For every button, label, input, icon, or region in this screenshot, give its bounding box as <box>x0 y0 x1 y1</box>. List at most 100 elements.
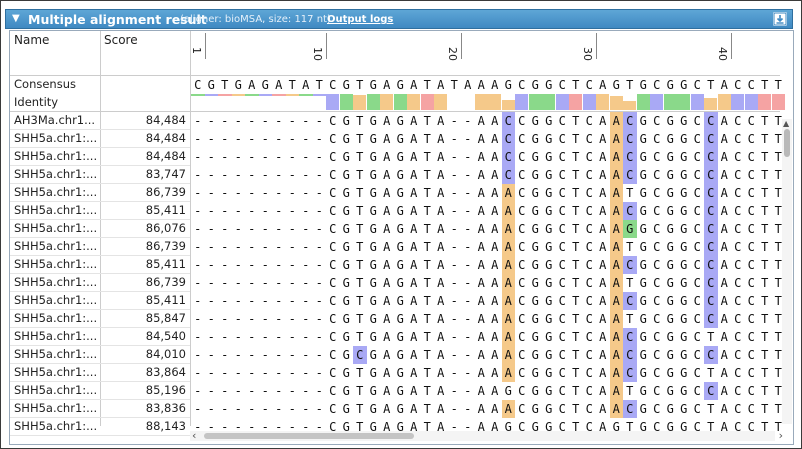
sequence-base: T <box>626 384 634 398</box>
sequence-base: A <box>410 294 418 308</box>
row-divider <box>10 399 190 400</box>
sequence-name[interactable]: AH3Ma.chr1... <box>14 113 102 127</box>
sequence-base: T <box>572 420 580 434</box>
sequence-base: A <box>501 184 515 202</box>
sequence-base: - <box>194 168 202 182</box>
sequence-base: G <box>680 204 688 218</box>
download-icon[interactable] <box>773 12 787 26</box>
name-column-header[interactable]: Name <box>14 33 49 47</box>
consensus-base: T <box>572 78 580 92</box>
sequence-name[interactable]: SHH5a.chr1:... <box>14 347 102 361</box>
sequence-base: A <box>477 168 485 182</box>
sequence-name[interactable]: SHH5a.chr1:... <box>14 311 102 325</box>
sequence-base: - <box>288 348 296 362</box>
sequence-base: - <box>315 240 323 254</box>
sequence-name[interactable]: SHH5a.chr1:... <box>14 149 102 163</box>
sequence-base: A <box>501 346 515 364</box>
row-divider <box>10 381 190 382</box>
sequence-base: - <box>248 240 256 254</box>
sequence-base: G <box>369 294 377 308</box>
sequence-name[interactable]: SHH5a.chr1:... <box>14 167 102 181</box>
sequence-base: G <box>396 348 404 362</box>
sequence-name[interactable]: SHH5a.chr1:... <box>14 293 102 307</box>
sequence-base: - <box>288 312 296 326</box>
score-column-header[interactable]: Score <box>104 33 138 47</box>
sequence-name[interactable]: SHH5a.chr1:... <box>14 221 102 235</box>
sequence-base: T <box>356 240 364 254</box>
sequence-base: C <box>693 258 701 272</box>
sequence-base: C <box>693 420 701 434</box>
sequence-base: - <box>464 114 472 128</box>
consensus-underline <box>191 94 205 96</box>
sequence-base: C <box>329 330 337 344</box>
sequence-base: - <box>315 294 323 308</box>
sequence-base: A <box>720 132 728 146</box>
sequence-base: G <box>639 348 647 362</box>
sequence-base: T <box>774 204 782 218</box>
sequence-base: - <box>261 294 269 308</box>
sequence-base: T <box>707 420 715 434</box>
sequence-name[interactable]: SHH5a.chr1:... <box>14 419 102 433</box>
sequence-base: C <box>653 312 661 326</box>
consensus-base: C <box>747 78 755 92</box>
sequence-base: C <box>501 166 515 184</box>
sequence-base: G <box>396 132 404 146</box>
sequence-base: G <box>369 222 377 236</box>
sequence-base: - <box>261 132 269 146</box>
sequence-base: G <box>666 258 674 272</box>
sequence-name[interactable]: SHH5a.chr1:... <box>14 401 102 415</box>
sequence-name[interactable]: SHH5a.chr1:... <box>14 275 102 289</box>
sequence-base: - <box>315 132 323 146</box>
sequence-base: - <box>275 150 283 164</box>
sequence-base: - <box>302 114 310 128</box>
sequence-base: A <box>491 150 499 164</box>
sequence-base: C <box>747 114 755 128</box>
sequence-base: C <box>353 346 367 364</box>
sequence-base: A <box>383 222 391 236</box>
output-logs-link[interactable]: Output logs <box>327 14 393 25</box>
sequence-name[interactable]: SHH5a.chr1:... <box>14 203 102 217</box>
sequence-name[interactable]: SHH5a.chr1:... <box>14 365 102 379</box>
title-bar[interactable]: ▼ Multiple alignment result (aligner: bi… <box>5 9 793 29</box>
sequence-base: C <box>704 238 718 256</box>
sequence-base: T <box>356 132 364 146</box>
sequence-base: C <box>734 366 742 380</box>
sequence-base: T <box>761 402 769 416</box>
sequence-base: C <box>518 384 526 398</box>
sequence-base: - <box>194 366 202 380</box>
sequence-base: - <box>207 366 215 380</box>
sequence-base: A <box>720 186 728 200</box>
sequence-name[interactable]: SHH5a.chr1:... <box>14 257 102 271</box>
sequence-name[interactable]: SHH5a.chr1:... <box>14 131 102 145</box>
identity-bar <box>636 94 650 110</box>
sequence-base: G <box>369 132 377 146</box>
sequence-base: G <box>666 276 674 290</box>
sequence-base: C <box>585 294 593 308</box>
sequence-base: - <box>221 330 229 344</box>
row-divider <box>10 255 190 256</box>
sequence-base: C <box>518 348 526 362</box>
sequence-base: C <box>623 166 637 184</box>
sequence-base: A <box>599 276 607 290</box>
sequence-name[interactable]: SHH5a.chr1:... <box>14 383 102 397</box>
sequence-base: A <box>720 276 728 290</box>
sequence-base: G <box>639 186 647 200</box>
sequence-base: G <box>666 240 674 254</box>
sequence-base: C <box>585 186 593 200</box>
sequence-base: G <box>396 222 404 236</box>
sequence-base: - <box>207 222 215 236</box>
sequence-base: G <box>666 150 674 164</box>
identity-bar <box>650 94 663 110</box>
sequence-base: A <box>383 402 391 416</box>
sequence-base: C <box>585 312 593 326</box>
sequence-base: - <box>261 258 269 272</box>
sequence-base: - <box>234 330 242 344</box>
sequence-name[interactable]: SHH5a.chr1:... <box>14 239 102 253</box>
sequence-score: 84,010 <box>145 347 186 361</box>
sequence-name[interactable]: SHH5a.chr1:... <box>14 329 102 343</box>
collapse-triangle-icon[interactable]: ▼ <box>12 13 20 24</box>
sequence-base: G <box>666 420 674 434</box>
sequence-name[interactable]: SHH5a.chr1:... <box>14 185 102 199</box>
sequence-base: A <box>501 400 515 418</box>
sequence-base: T <box>572 258 580 272</box>
